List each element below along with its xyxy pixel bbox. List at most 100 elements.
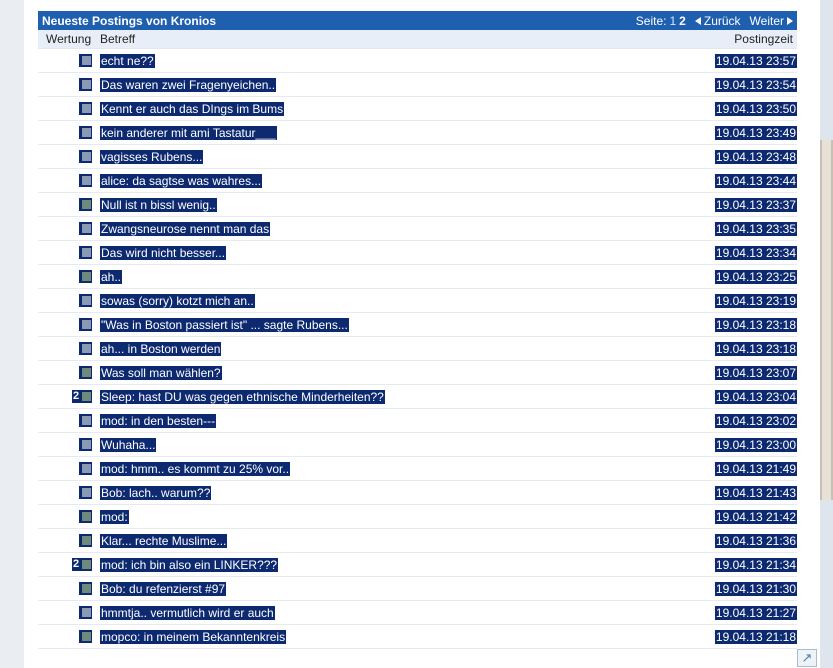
table-row[interactable]: sowas (sorry) kotzt mich an.. 19.04.13 23… (38, 289, 797, 313)
table-row[interactable]: echt ne?? 19.04.13 23:57 (38, 49, 797, 73)
table-row[interactable]: hmmtja.. vermutlich wird er auch 19.04.13… (38, 601, 797, 625)
rating-cell (38, 337, 100, 360)
time-cell: 19.04.13 21:43 (697, 485, 797, 500)
posting-subject-link[interactable]: "Was in Boston passiert ist" ... sagte R… (100, 317, 349, 332)
posting-subject-link[interactable]: Das waren zwei Fragenyeichen.. (100, 77, 277, 92)
posting-subject-link[interactable]: ah... in Boston werden (100, 341, 222, 356)
posting-subject-link[interactable]: Bob: lach.. warum?? (100, 485, 212, 500)
rating-cell (38, 97, 100, 120)
posting-subject-link[interactable]: vagisses Rubens... (100, 149, 204, 164)
posting-subject-link[interactable]: mod: ich bin also ein LINKER??? (100, 557, 279, 572)
posting-subject-link[interactable]: mod: (100, 509, 129, 524)
posting-subject-link[interactable]: kein anderer mit ami Tastatur___ (100, 125, 277, 140)
table-row[interactable]: alice: da sagtse was wahres... 19.04.13 2… (38, 169, 797, 193)
next-label: Weiter (749, 13, 784, 28)
posting-subject-link[interactable]: Was soll man wählen? (100, 365, 222, 380)
rating-cell (38, 121, 100, 144)
table-row[interactable]: ah... in Boston werden 19.04.13 23:18 (38, 337, 797, 361)
column-subject[interactable]: Betreff (96, 32, 673, 46)
table-row[interactable]: kein anderer mit ami Tastatur___ 19.04.13… (38, 121, 797, 145)
table-row[interactable]: mopco: in meinem Bekanntenkreis 19.04.13 … (38, 625, 797, 649)
posting-time: 19.04.13 23:37 (714, 197, 797, 212)
time-cell: 19.04.13 23:18 (697, 341, 797, 356)
subject-cell: Sleep: hast DU was gegen ethnische Minde… (100, 389, 697, 404)
posting-subject-link[interactable]: Wuhaha... (100, 437, 157, 452)
background-strip-inner (822, 140, 831, 500)
rating-cell (38, 529, 100, 552)
table-row[interactable]: 2 mod: ich bin also ein LINKER??? 19.04.13… (38, 553, 797, 577)
rating-square-icon (79, 294, 92, 307)
posting-subject-link[interactable]: Bob: du refenzierst #97 (100, 581, 227, 596)
table-row[interactable]: Zwangsneurose nennt man das 19.04.13 23:3… (38, 217, 797, 241)
rating-square-icon (79, 222, 92, 235)
table-row[interactable]: Klar... rechte Muslime... 19.04.13 21:36 (38, 529, 797, 553)
rating-square-icon (79, 438, 92, 451)
subject-cell: ah.. (100, 269, 697, 284)
table-row[interactable]: Was soll man wählen? 19.04.13 23:07 (38, 361, 797, 385)
time-cell: 19.04.13 23:04 (697, 389, 797, 404)
time-cell: 19.04.13 23:00 (697, 437, 797, 452)
next-page-link[interactable]: Weiter (750, 14, 793, 28)
rating-cell (38, 361, 100, 384)
posting-subject-link[interactable]: Sleep: hast DU was gegen ethnische Minde… (100, 389, 385, 404)
table-row[interactable]: Das waren zwei Fragenyeichen.. 19.04.13 2… (38, 73, 797, 97)
rating-cell (38, 625, 100, 648)
posting-subject-link[interactable]: mod: in den besten--- (100, 413, 217, 428)
posting-subject-link[interactable]: hmmtja.. vermutlich wird er auch (100, 605, 275, 620)
posting-subject-link[interactable]: Null ist n bissl wenig.. (100, 197, 217, 212)
table-row[interactable]: "Was in Boston passiert ist" ... sagte R… (38, 313, 797, 337)
postings-panel: Neueste Postings von Kronios Seite: 1 2 … (38, 11, 797, 649)
table-row[interactable]: Null ist n bissl wenig.. 19.04.13 23:37 (38, 193, 797, 217)
posting-subject-link[interactable]: sowas (sorry) kotzt mich an.. (100, 293, 255, 308)
column-time[interactable]: Postingzeit (673, 32, 797, 46)
subject-cell: Wuhaha... (100, 437, 697, 452)
rating-square-icon (79, 246, 92, 259)
resize-corner-icon[interactable]: ↗ (797, 649, 817, 667)
posting-time: 19.04.13 23:02 (714, 413, 797, 428)
rating-cell (38, 217, 100, 240)
table-row[interactable]: Bob: du refenzierst #97 19.04.13 21:30 (38, 577, 797, 601)
rating-cell (38, 241, 100, 264)
rating-cell (38, 481, 100, 504)
column-rating[interactable]: Wertung (38, 32, 96, 46)
table-row[interactable]: Wuhaha... 19.04.13 23:00 (38, 433, 797, 457)
posting-subject-link[interactable]: ah.. (100, 269, 123, 284)
subject-cell: mod: (100, 509, 697, 524)
time-cell: 19.04.13 23:25 (697, 269, 797, 284)
posting-subject-link[interactable]: mod: hmm.. es kommt zu 25% vor.. (100, 461, 291, 476)
page-link-1[interactable]: 1 (669, 14, 676, 28)
rating-cell (38, 505, 100, 528)
rating-square-icon (79, 414, 92, 427)
table-row[interactable]: 2 Sleep: hast DU was gegen ethnische Mind… (38, 385, 797, 409)
table-row[interactable]: ah.. 19.04.13 23:25 (38, 265, 797, 289)
subject-cell: Zwangsneurose nennt man das (100, 221, 697, 236)
rating-star-icon (79, 510, 92, 523)
table-row[interactable]: mod: hmm.. es kommt zu 25% vor.. 19.04.13… (38, 457, 797, 481)
posting-subject-link[interactable]: echt ne?? (100, 53, 155, 68)
table-row[interactable]: Bob: lach.. warum?? 19.04.13 21:43 (38, 481, 797, 505)
posting-time: 19.04.13 23:07 (714, 365, 797, 380)
rating-star-icon (79, 534, 92, 547)
time-cell: 19.04.13 21:36 (697, 533, 797, 548)
table-row[interactable]: Das wird nicht besser... 19.04.13 23:34 (38, 241, 797, 265)
table-row[interactable]: mod: 19.04.13 21:42 (38, 505, 797, 529)
prev-page-link[interactable]: Zurück (694, 14, 741, 28)
rating-cell (38, 265, 100, 288)
subject-cell: Das wird nicht besser... (100, 245, 697, 260)
posting-subject-link[interactable]: mopco: in meinem Bekanntenkreis (100, 629, 287, 644)
posting-subject-link[interactable]: Kennt er auch das DIngs im Bums (100, 101, 285, 116)
table-row[interactable]: Kennt er auch das DIngs im Bums 19.04.13 … (38, 97, 797, 121)
table-row[interactable]: vagisses Rubens... 19.04.13 23:48 (38, 145, 797, 169)
posting-subject-link[interactable]: Das wird nicht besser... (100, 245, 227, 260)
rating-cell (38, 169, 100, 192)
subject-cell: "Was in Boston passiert ist" ... sagte R… (100, 317, 697, 332)
subject-cell: sowas (sorry) kotzt mich an.. (100, 293, 697, 308)
posting-time: 19.04.13 23:18 (714, 341, 797, 356)
posting-subject-link[interactable]: Zwangsneurose nennt man das (100, 221, 271, 236)
rating-cell (38, 73, 100, 96)
posting-subject-link[interactable]: alice: da sagtse was wahres... (100, 173, 263, 188)
posting-subject-link[interactable]: Klar... rechte Muslime... (100, 533, 228, 548)
rating-star-icon (79, 390, 92, 403)
subject-cell: alice: da sagtse was wahres... (100, 173, 697, 188)
table-row[interactable]: mod: in den besten--- 19.04.13 23:02 (38, 409, 797, 433)
